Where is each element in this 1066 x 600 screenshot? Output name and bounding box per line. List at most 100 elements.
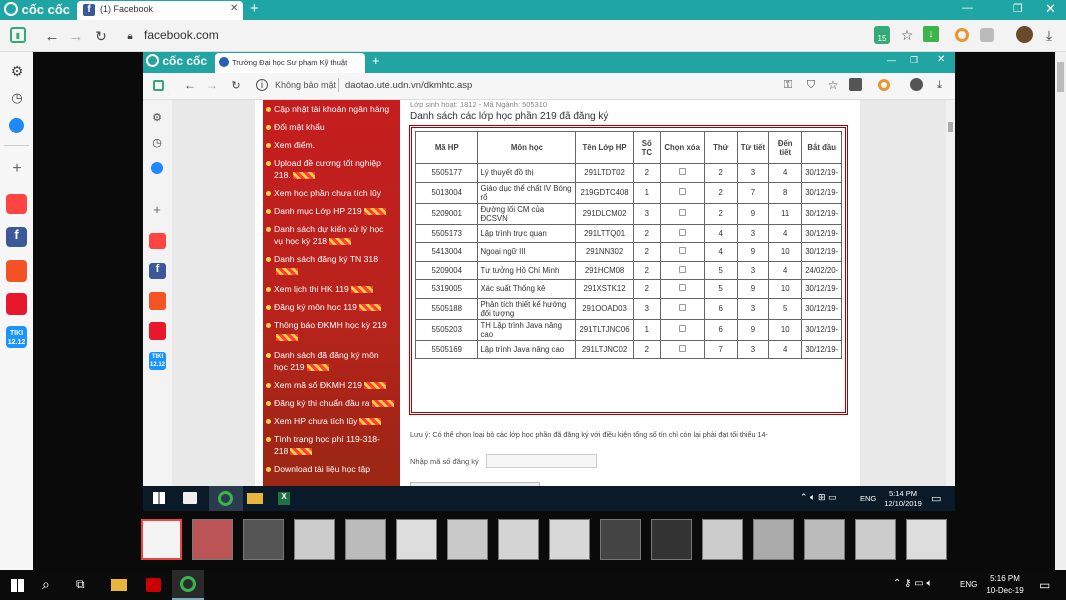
menu-item[interactable]: Xem học phần chưa tích lũy [263,184,400,202]
menu-item[interactable]: Danh mục Lớp HP 219 [263,202,400,220]
inner-tab[interactable]: Trường Đại học Sư phạm Kỹ thuật [215,53,365,73]
thumbnail-11[interactable] [651,519,692,560]
downloads-icon[interactable]: ⤓ [1041,26,1057,44]
menu-item[interactable]: Đăng ký thi chuẩn đầu ra [263,394,400,412]
thumbnail-15[interactable] [855,519,896,560]
minimize-button[interactable]: — [962,2,973,14]
close-window-button[interactable]: ✕ [1045,1,1056,17]
thumbnail-14[interactable] [804,519,845,560]
thumbnail-9[interactable] [549,519,590,560]
game-app-icon[interactable] [146,578,161,592]
menu-item[interactable]: Download tài liệu học tập [263,460,400,478]
register-code-input[interactable] [486,454,597,468]
add-icon[interactable]: + [8,160,26,178]
inner-scrollbar-thumb[interactable] [948,122,953,132]
inner-downloads-icon[interactable]: ⤓ [933,78,946,92]
inner-history-icon[interactable]: ◷ [150,135,164,149]
inner-clock-time[interactable]: 5:14 PM [885,489,921,498]
menu-item[interactable]: Danh sách đăng ký TN 318 [263,250,400,280]
forward-button[interactable]: → [67,27,85,45]
inner-download-extension-icon[interactable] [849,78,862,91]
shield-icon[interactable]: ⛉ [804,78,818,92]
star-icon[interactable]: ☆ [898,26,916,44]
delete-checkbox[interactable] [678,304,686,311]
file-explorer-icon[interactable] [111,579,127,591]
reload-button[interactable]: ↻ [92,27,110,45]
close-tab-icon[interactable]: ✕ [230,3,238,14]
inner-youtube-icon[interactable] [149,233,166,249]
inner-add-icon[interactable]: + [150,202,164,217]
inner-clock-date[interactable]: 12/10/2019 [880,499,926,508]
coccoc-taskbar-app[interactable] [209,486,243,511]
menu-item[interactable]: Cập nhật tài khoản ngân hàng [263,100,400,118]
inner-notification-icon[interactable]: ▭ [931,492,941,505]
menu-item[interactable]: Đổi mật khẩu [263,118,400,136]
menu-item[interactable]: Upload đề cương tốt nghiệp 218. [263,154,400,184]
thumbnail-3[interactable] [243,519,284,560]
menu-item[interactable]: Xem lịch thi HK 119 [263,280,400,298]
outer-notification-icon[interactable]: ▭ [1039,578,1050,592]
coccoc-extension-icon[interactable] [955,28,969,42]
back-button[interactable]: ← [43,27,61,45]
windows-start-icon[interactable] [153,492,165,504]
inner-maximize-button[interactable]: ❐ [910,55,918,66]
inner-lazada-icon[interactable] [149,322,166,340]
task-view-icon[interactable]: ⧉ [76,577,85,592]
menu-item[interactable]: Danh sách đã đăng ký môn học 219 [263,346,400,376]
tiki-icon[interactable]: TIKI 12.12 [6,326,27,348]
new-tab-button[interactable]: + [250,0,259,17]
thumbnail-16[interactable] [906,519,947,560]
menu-item[interactable]: Xem HP chưa tích lũy [263,412,400,430]
sidebar-toggle-icon[interactable]: ▮ [10,27,26,43]
thumbnail-6[interactable] [396,519,437,560]
facebook-icon[interactable]: f [6,227,27,247]
youtube-icon[interactable] [6,194,27,214]
thumbnail-1[interactable] [141,519,182,560]
scrollbar-thumb[interactable] [1057,62,1064,92]
address-bar[interactable]: facebook.com [144,28,219,42]
thumbnail-2[interactable] [192,519,233,560]
delete-checkbox[interactable] [678,284,686,292]
thumbnail-5[interactable] [345,519,386,560]
inner-lang[interactable]: ENG [860,494,876,503]
inner-sidebar-toggle-icon[interactable] [153,80,164,91]
delete-checkbox[interactable] [678,247,686,255]
shopee-icon[interactable] [6,260,27,282]
delete-checkbox[interactable] [678,228,686,236]
excel-icon[interactable]: X [278,492,290,505]
thumbnail-12[interactable] [702,519,743,560]
messenger-icon[interactable] [9,118,24,133]
inner-facebook-icon[interactable]: f [149,263,166,279]
inner-address-bar[interactable]: daotao.ute.udn.vn/dkmhtc.asp [345,80,472,91]
thumbnail-8[interactable] [498,519,539,560]
menu-item[interactable]: Xem mã số ĐKMH 219 [263,376,400,394]
menu-item[interactable]: Đăng ký môn học 119 [263,298,400,316]
delete-checkbox[interactable] [678,168,686,176]
inner-back-button[interactable]: ← [183,78,197,92]
inner-reload-button[interactable]: ↻ [229,78,243,92]
inner-close-button[interactable]: ✕ [937,54,945,65]
inner-messenger-icon[interactable] [151,162,163,174]
maximize-button[interactable]: ❐ [1013,2,1023,15]
delete-checkbox[interactable] [678,209,686,216]
key-icon[interactable]: ⚿ [781,78,795,92]
inner-star-icon[interactable]: ☆ [826,78,840,92]
extension-icon[interactable] [980,28,994,42]
outer-clock-time[interactable]: 5:16 PM [985,574,1025,583]
profile-icon[interactable] [910,78,923,91]
inner-coccoc-extension-icon[interactable] [878,79,890,91]
inner-forward-button[interactable]: → [205,78,219,92]
search-icon[interactable]: ⌕ [42,576,50,593]
coccoc-taskbar-app[interactable] [172,570,204,600]
delete-checkbox[interactable] [678,325,686,332]
windows-start-icon[interactable] [11,579,24,592]
info-icon[interactable]: i [256,79,268,91]
tray-icons[interactable]: ⌃ ⚷ ▭ 🔈︎ [893,578,933,589]
facebook-tab[interactable]: f (1) Facebook ✕ [77,1,243,20]
security-label[interactable]: Không bảo mật [275,80,336,90]
thumbnail-10[interactable] [600,519,641,560]
inner-new-tab-button[interactable]: + [372,53,380,68]
delete-checkbox[interactable] [678,265,686,273]
menu-item[interactable]: Danh sách dự kiến xử lý học vụ học kỳ 21… [263,220,400,250]
inner-scrollbar[interactable] [946,100,955,486]
